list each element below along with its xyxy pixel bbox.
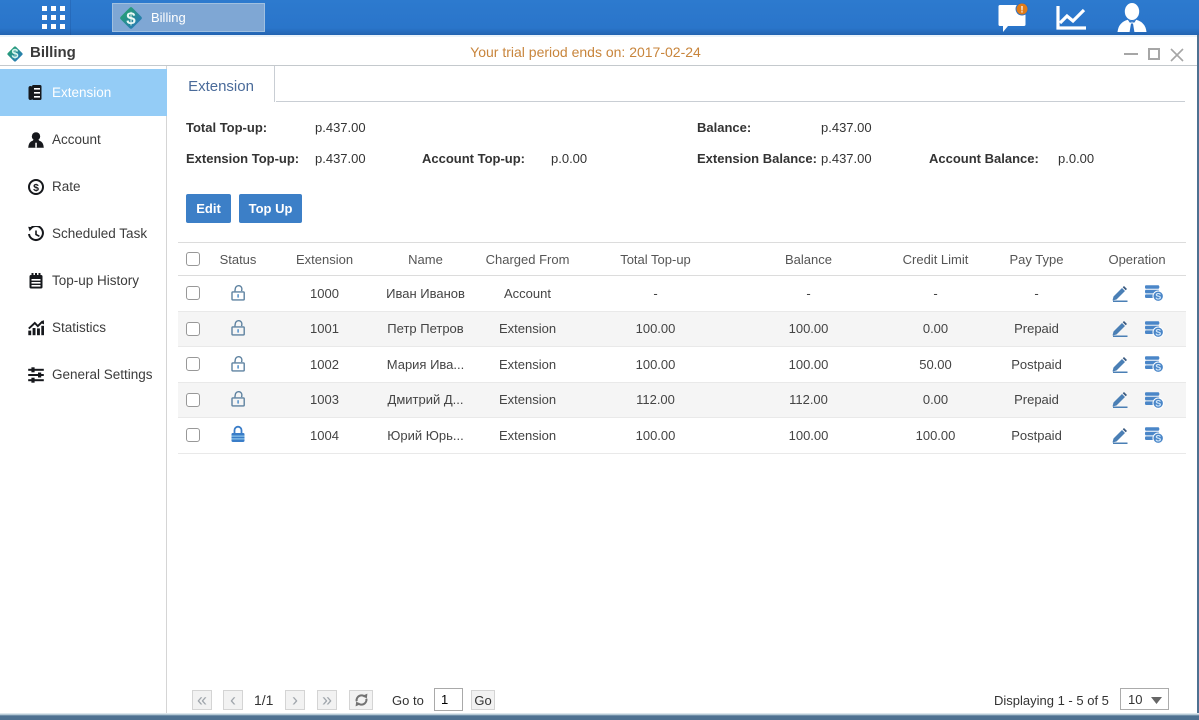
svg-text:S: S [1155, 292, 1161, 302]
svg-text:S: S [1155, 398, 1161, 408]
svg-text:S: S [1155, 327, 1161, 337]
svg-text:$: $ [126, 9, 136, 28]
svg-text:!: ! [1021, 5, 1024, 15]
svg-text:S: S [1155, 434, 1161, 444]
svg-text:S: S [1155, 363, 1161, 373]
svg-text:$: $ [33, 182, 39, 194]
